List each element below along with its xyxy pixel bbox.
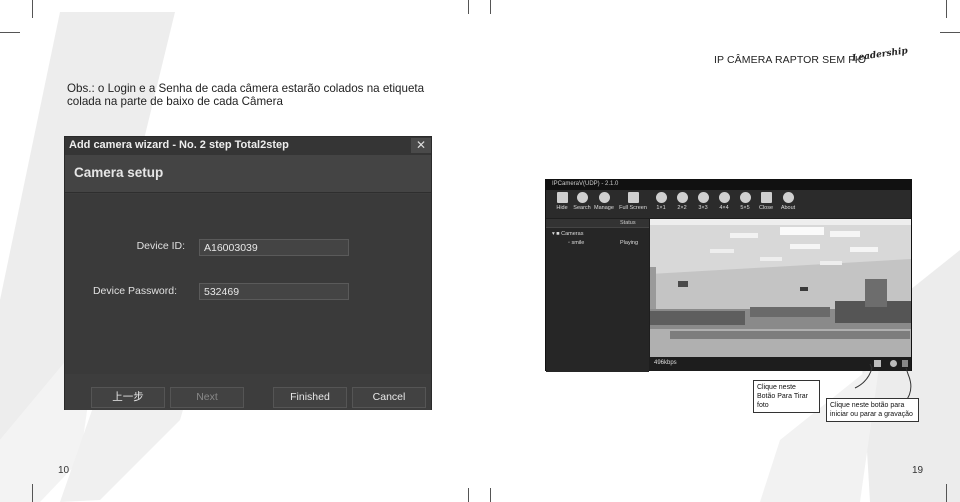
- fullscreen-icon: [627, 192, 639, 203]
- wizard-title-bar: Add camera wizard - No. 2 step Total2ste…: [65, 137, 431, 155]
- toolbar-close[interactable]: Close: [755, 192, 777, 211]
- search-icon: [576, 192, 588, 203]
- crop-mark: [0, 32, 20, 33]
- add-camera-wizard: Add camera wizard - No. 2 step Total2ste…: [64, 136, 432, 410]
- crop-mark: [468, 0, 469, 14]
- toolbar-label: Hide: [556, 205, 568, 211]
- callout-record: Clique neste botão para iniciar ou parar…: [826, 398, 919, 422]
- wizard-footer: 上一步 Next Finished Cancel: [65, 375, 431, 410]
- tree-root[interactable]: ▾ ■ Cameras: [552, 231, 583, 237]
- toolbar-label: 2×2: [677, 205, 687, 211]
- toolbar-label: 5×5: [740, 205, 750, 211]
- toolbar-label: Full Screen: [619, 205, 647, 211]
- finished-button[interactable]: Finished: [273, 387, 347, 408]
- toolbar-grid-2x2[interactable]: 2×2: [671, 192, 693, 211]
- toolbar-label: 1×1: [656, 205, 666, 211]
- tree-header: Status: [546, 219, 649, 228]
- tree-camera-name: smile: [571, 240, 585, 246]
- toolbar-fullscreen[interactable]: Full Screen: [618, 192, 648, 211]
- toolbar-label: Close: [758, 205, 774, 211]
- camera-app-title: IPCameraV(UDP) - 2.1.0: [546, 180, 911, 190]
- camera-app-window: IPCameraV(UDP) - 2.1.0 Hide Search Manag…: [545, 179, 912, 372]
- toolbar-about[interactable]: About: [777, 192, 799, 211]
- toolbar-label: Manage: [594, 205, 614, 211]
- crop-mark: [946, 484, 947, 502]
- toolbar-label: Search: [573, 205, 591, 211]
- crop-mark: [490, 0, 491, 14]
- device-id-label: Device ID:: [136, 240, 185, 252]
- toolbar-grid-4x4[interactable]: 4×4: [713, 192, 735, 211]
- live-video-view[interactable]: 496kbps: [650, 219, 911, 371]
- page-number-left: 10: [58, 465, 70, 476]
- device-password-field[interactable]: 532469: [199, 283, 349, 300]
- folder-icon: ▾ ■: [552, 231, 562, 237]
- camera-tree-panel: Status ▾ ■ Cameras ◦ smile Playing: [546, 219, 649, 372]
- grid-icon: [676, 192, 688, 203]
- toolbar-search[interactable]: Search: [571, 192, 593, 211]
- crop-mark: [468, 488, 469, 502]
- toolbar-grid-3x3[interactable]: 3×3: [692, 192, 714, 211]
- hide-icon: [556, 192, 568, 203]
- tree-status-header: Status: [620, 220, 636, 226]
- wizard-header: Camera setup: [65, 155, 431, 193]
- grid-icon: [718, 192, 730, 203]
- callout-snapshot: Clique neste Botão Para Tirar foto: [753, 380, 820, 413]
- crop-mark: [940, 32, 960, 33]
- toolbar-label: 4×4: [719, 205, 729, 211]
- office-video-frame: [650, 219, 911, 357]
- close-icon[interactable]: ✕: [411, 138, 431, 153]
- toolbar-label: 3×3: [698, 205, 708, 211]
- crop-mark: [32, 484, 33, 502]
- toolbar-grid-5x5[interactable]: 5×5: [734, 192, 756, 211]
- cancel-button[interactable]: Cancel: [352, 387, 426, 408]
- login-note: Obs.: o Login e a Senha de cada câmera e…: [67, 82, 425, 108]
- crop-mark: [490, 488, 491, 502]
- crop-mark: [946, 0, 947, 18]
- tree-camera-status: Playing: [620, 240, 639, 246]
- toolbar-hide[interactable]: Hide: [551, 192, 573, 211]
- device-id-field[interactable]: A16003039: [199, 239, 349, 256]
- next-button[interactable]: Next: [170, 387, 244, 408]
- close-icon: [760, 192, 772, 203]
- wizard-body: Device ID: A16003039 Device Password: 53…: [65, 194, 431, 374]
- camera-app-toolbar: Hide Search Manage Full Screen 1×1 2×2 3…: [546, 190, 911, 218]
- grid-icon: [655, 192, 667, 203]
- toolbar-grid-1x1[interactable]: 1×1: [650, 192, 672, 211]
- wizard-section-title: Camera setup: [74, 165, 164, 180]
- grid-icon: [697, 192, 709, 203]
- previous-step-button[interactable]: 上一步: [91, 387, 165, 408]
- bitrate-label: 496kbps: [654, 360, 677, 366]
- grid-icon: [739, 192, 751, 203]
- tree-root-label: Cameras: [561, 231, 584, 237]
- crop-mark: [32, 0, 33, 18]
- gear-icon: [598, 192, 610, 203]
- device-password-label: Device Password:: [92, 285, 177, 297]
- toolbar-label: About: [780, 205, 796, 211]
- wizard-title: Add camera wizard - No. 2 step Total2ste…: [69, 139, 289, 151]
- info-icon: [782, 192, 794, 203]
- toolbar-manage[interactable]: Manage: [593, 192, 615, 211]
- page-number-right: 19: [912, 465, 924, 476]
- tree-camera-item[interactable]: ◦ smile: [568, 240, 584, 246]
- page-header-title: IP CÂMERA RAPTOR SEM FIO: [714, 54, 866, 66]
